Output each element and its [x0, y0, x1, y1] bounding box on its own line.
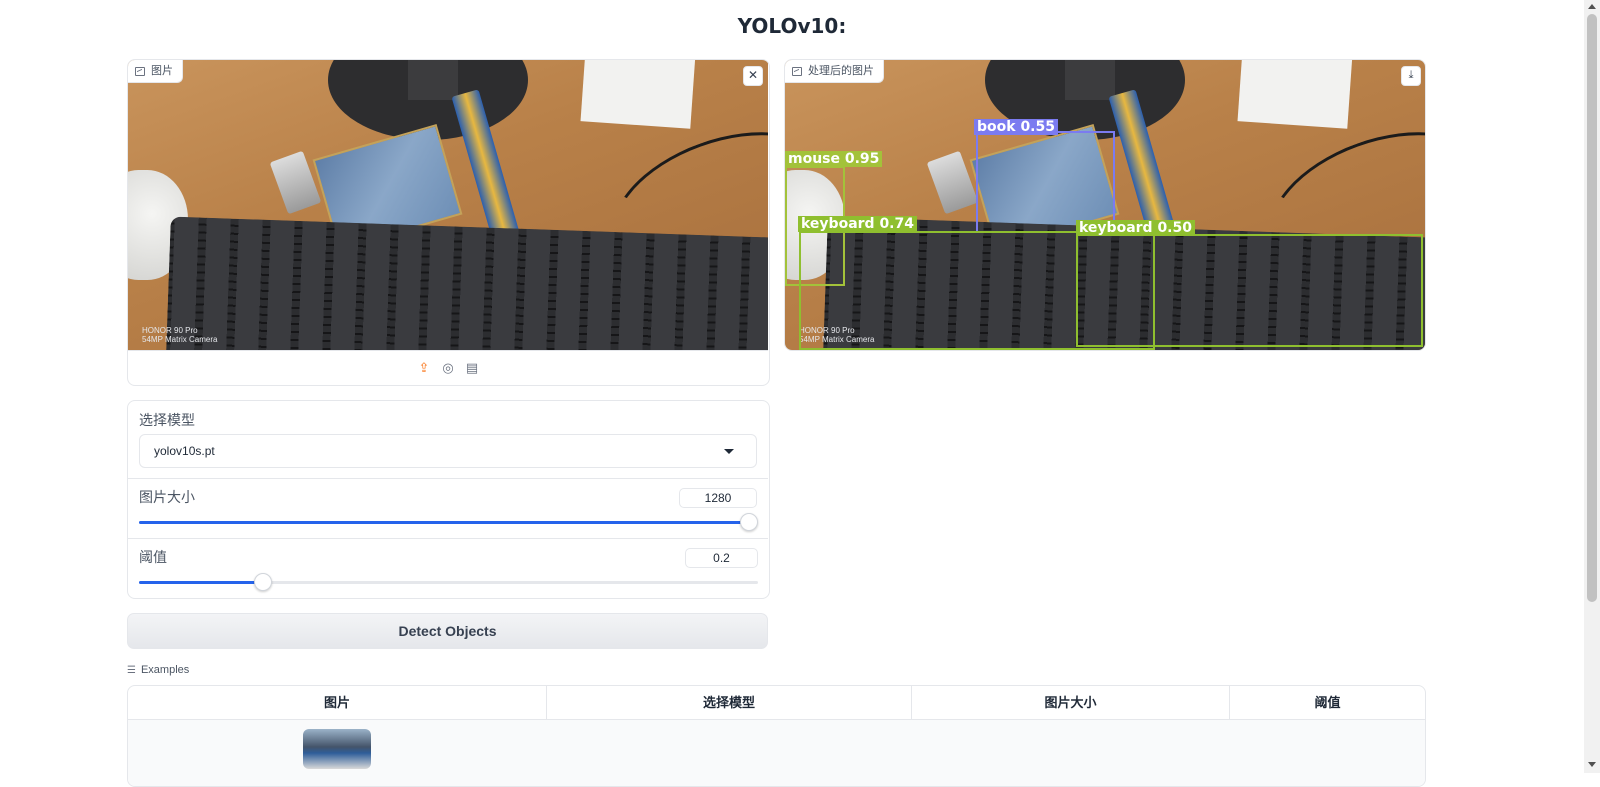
model-label: 选择模型	[139, 412, 195, 428]
column-header-model: 选择模型	[547, 686, 912, 719]
download-icon[interactable]: ⤓	[1401, 66, 1421, 86]
output-image-panel: HONOR 90 Pro 54MP Matrix Camera book 0.5…	[784, 59, 1426, 351]
detection-label-keyboard-1: keyboard 0.74	[798, 216, 917, 232]
list-icon: ☰	[127, 664, 136, 676]
output-image-label: 处理后的图片	[808, 65, 874, 77]
model-dropdown[interactable]: yolov10s.pt	[139, 434, 757, 468]
camera-watermark: HONOR 90 Pro 54MP Matrix Camera	[142, 326, 218, 344]
divider	[128, 478, 768, 479]
source-selector: ⇪ ◎ ▤	[128, 350, 768, 385]
image-icon	[135, 66, 145, 76]
image-size-slider-handle[interactable]	[740, 513, 758, 531]
detection-label-book: book 0.55	[974, 119, 1058, 135]
model-dropdown-value: yolov10s.pt	[154, 444, 215, 458]
scroll-down-arrow-icon[interactable]	[1588, 762, 1596, 767]
upload-icon[interactable]: ⇪	[417, 361, 431, 375]
divider	[128, 538, 768, 539]
image-size-input[interactable]: 1280	[679, 488, 757, 508]
scrollbar[interactable]	[1584, 0, 1600, 773]
clipboard-icon[interactable]: ▤	[465, 361, 479, 375]
detection-box-keyboard-2	[1076, 234, 1423, 347]
input-image-panel[interactable]: HONOR 90 Pro 54MP Matrix Camera 图片 ✕ ⇪ ◎…	[127, 59, 770, 386]
threshold-input[interactable]: 0.2	[685, 548, 758, 568]
column-header-image: 图片	[128, 686, 547, 719]
image-icon	[792, 66, 802, 76]
scroll-up-arrow-icon[interactable]	[1588, 4, 1596, 9]
detection-label-mouse: mouse 0.95	[785, 151, 883, 167]
column-header-threshold: 阈值	[1314, 695, 1341, 710]
threshold-slider-handle[interactable]	[254, 573, 272, 591]
examples-label: Examples	[140, 664, 190, 676]
image-size-slider[interactable]	[139, 513, 758, 531]
example-thumbnail[interactable]	[303, 729, 371, 769]
examples-table: 图片 选择模型 图片大小 阈值	[127, 685, 1426, 787]
input-image-label: 图片	[151, 65, 173, 77]
close-icon[interactable]: ✕	[743, 66, 763, 86]
example-row[interactable]	[128, 719, 1425, 786]
output-image-tag: 处理后的图片	[785, 60, 884, 83]
scrollbar-thumb[interactable]	[1587, 14, 1597, 602]
threshold-label: 阈值	[139, 549, 167, 565]
detection-box-book	[976, 131, 1115, 233]
output-photo: HONOR 90 Pro 54MP Matrix Camera book 0.5…	[785, 60, 1425, 350]
image-size-slider-fill	[139, 521, 749, 524]
threshold-slider-fill	[139, 581, 263, 584]
chevron-down-icon	[724, 449, 734, 454]
webcam-icon[interactable]: ◎	[441, 361, 455, 375]
page-title: YOLOv10:	[737, 14, 847, 38]
input-image-tag: 图片	[128, 60, 183, 83]
threshold-slider[interactable]	[139, 573, 758, 591]
controls-panel: 选择模型 yolov10s.pt 图片大小 1280 阈值 0.2	[127, 400, 770, 599]
examples-header: ☰ Examples	[127, 664, 189, 676]
detection-label-keyboard-2: keyboard 0.50	[1076, 220, 1195, 236]
column-header-image-size: 图片大小	[912, 686, 1230, 719]
image-size-label: 图片大小	[139, 489, 195, 505]
detect-objects-button[interactable]: Detect Objects	[127, 613, 768, 649]
input-photo: HONOR 90 Pro 54MP Matrix Camera	[128, 60, 768, 350]
